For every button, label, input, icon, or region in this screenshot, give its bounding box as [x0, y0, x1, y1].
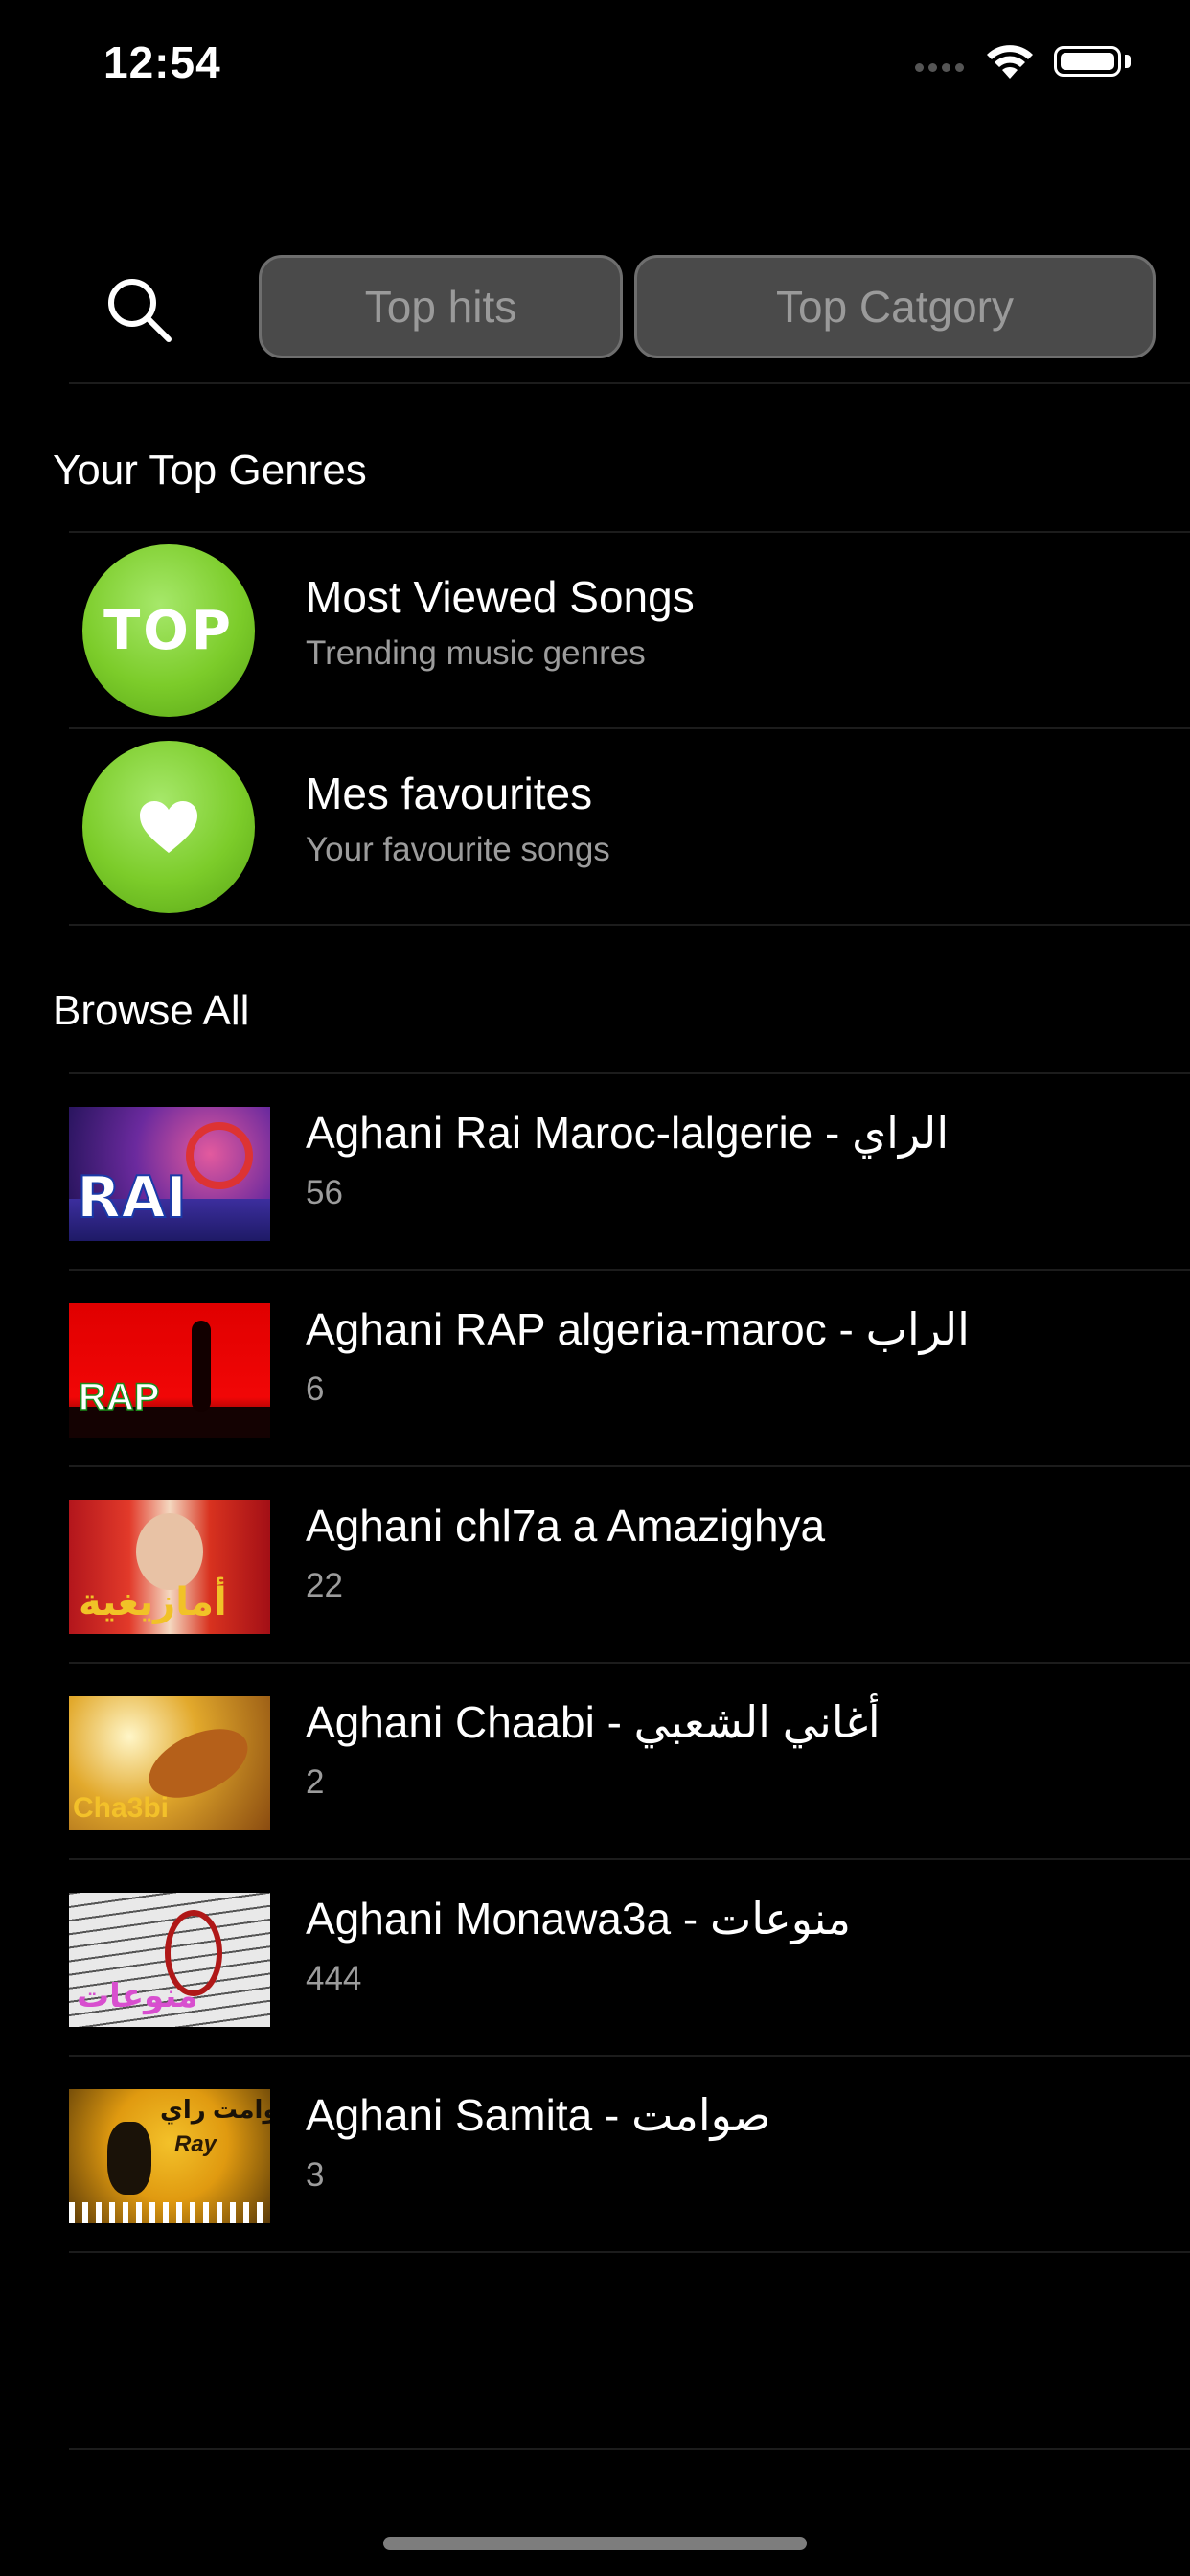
top-category-button[interactable]: Top Catgory [634, 255, 1156, 358]
browse-row-chaabi[interactable]: Cha3bi Aghani Chaabi - أغاني الشعبي 2 [0, 1664, 1190, 1857]
thumbnail-text-secondary: Ray [174, 2131, 217, 2157]
search-icon[interactable] [103, 274, 175, 346]
category-count: 56 [306, 1174, 343, 1211]
divider [69, 382, 1190, 384]
divider [69, 924, 1190, 926]
top-hits-button[interactable]: Top hits [259, 255, 623, 358]
genre-subtitle: Trending music genres [306, 634, 646, 672]
wifi-icon [987, 45, 1033, 79]
status-time: 12:54 [103, 37, 221, 87]
battery-icon [1054, 46, 1121, 77]
battery-cap [1125, 55, 1131, 68]
category-title: Aghani Chaabi - أغاني الشعبي [306, 1697, 881, 1747]
cellular-signal-icon [915, 59, 969, 77]
category-title: Aghani RAP algeria-maroc - الراب [306, 1304, 970, 1354]
category-thumbnail: صوامت راي Ray [69, 2089, 270, 2223]
category-count: 3 [306, 2156, 325, 2194]
browse-row-amazighya[interactable]: أمازيغية Aghani chl7a a Amazighya 22 [0, 1467, 1190, 1661]
thumbnail-text: أمازيغية [79, 1581, 227, 1623]
divider [69, 2251, 1190, 2253]
section-title-browse-all: Browse All [53, 987, 250, 1034]
heart-icon [140, 801, 197, 853]
genre-row-favourites[interactable]: Mes favourites Your favourite songs [0, 729, 1190, 923]
category-thumbnail: Cha3bi [69, 1696, 270, 1830]
thumbnail-text: RAP [78, 1375, 160, 1419]
thumbnail-text: منوعات [77, 1978, 198, 2014]
thumbnail-text: صوامت راي [160, 2095, 270, 2124]
category-thumbnail: RAP [69, 1303, 270, 1438]
thumbnail-text: RAI [76, 1163, 188, 1232]
browse-row-samita[interactable]: صوامت راي Ray Aghani Samita - صوامت 3 [0, 2057, 1190, 2250]
category-title: Aghani Rai Maroc-lalgerie - الراي [306, 1108, 950, 1158]
category-thumbnail: أمازيغية [69, 1500, 270, 1634]
category-thumbnail: منوعات [69, 1893, 270, 2027]
genre-title: Mes favourites [306, 769, 593, 818]
category-title: Aghani Samita - صوامت [306, 2090, 771, 2140]
genre-row-most-viewed[interactable]: TOP Most Viewed Songs Trending music gen… [0, 533, 1190, 726]
top-badge-icon: TOP [82, 544, 255, 717]
genre-subtitle: Your favourite songs [306, 831, 610, 868]
favourites-circle [82, 741, 255, 913]
top-badge-text: TOP [103, 599, 234, 662]
category-thumbnail: RAI [69, 1107, 270, 1241]
browse-row-rap[interactable]: RAP Aghani RAP algeria-maroc - الراب 6 [0, 1271, 1190, 1464]
genre-title: Most Viewed Songs [306, 572, 695, 622]
home-indicator[interactable] [383, 2537, 807, 2550]
category-title: Aghani chl7a a Amazighya [306, 1501, 826, 1551]
section-title-top-genres: Your Top Genres [53, 447, 367, 494]
category-count: 22 [306, 1567, 343, 1604]
thumbnail-text: Cha3bi [73, 1792, 170, 1824]
browse-row-monawa3a[interactable]: منوعات Aghani Monawa3a - منوعات 444 [0, 1860, 1190, 2054]
category-count: 444 [306, 1960, 362, 1997]
divider [69, 2448, 1190, 2450]
category-title: Aghani Monawa3a - منوعات [306, 1894, 851, 1944]
category-count: 2 [306, 1763, 325, 1801]
browse-row-rai[interactable]: RAI Aghani Rai Maroc-lalgerie - الراي 56 [0, 1074, 1190, 1268]
category-count: 6 [306, 1370, 325, 1408]
